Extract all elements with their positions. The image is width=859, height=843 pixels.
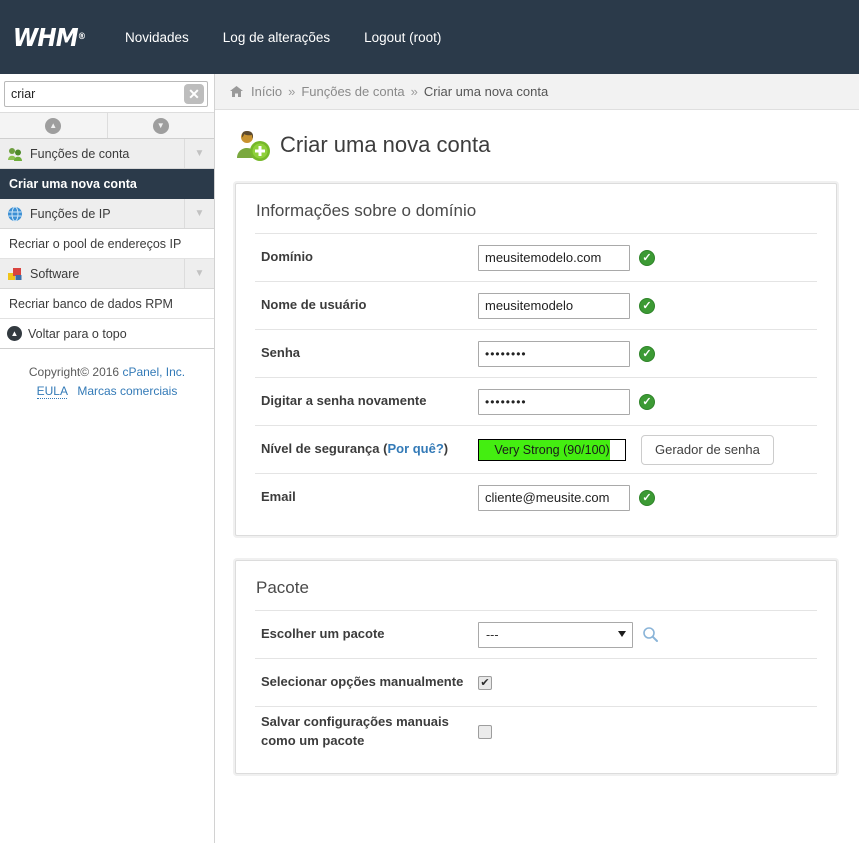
chevron-up-icon: ▲ xyxy=(45,117,62,134)
whm-create-account-page: WHM ® Novidades Log de alterações Logout … xyxy=(0,0,859,843)
sidebar-item-recriar-pool-enderecos-ip[interactable]: Recriar o pool de endereços IP xyxy=(0,229,214,259)
sidebar-footer: Copyright© 2016 cPanel, Inc. EULA Marcas… xyxy=(0,349,214,400)
strength-label-text: Nível de segurança ( xyxy=(261,441,388,457)
add-user-icon xyxy=(233,128,271,162)
package-select[interactable]: --- xyxy=(478,621,633,648)
close-icon[interactable]: ✕ xyxy=(184,84,204,104)
field-row-password: Senha ✓ xyxy=(255,329,817,377)
main-content: Início » Funções de conta » Criar uma no… xyxy=(215,74,859,843)
field-row-domain: Domínio ✓ xyxy=(255,233,817,281)
valid-check-icon: ✓ xyxy=(639,297,655,314)
valid-check-icon: ✓ xyxy=(639,489,655,506)
save-as-package-checkbox[interactable]: ✔ xyxy=(478,724,492,739)
breadcrumb-separator: » xyxy=(288,84,296,99)
nav-log-alteracoes[interactable]: Log de alterações xyxy=(206,30,347,45)
domain-panel-title: Informações sobre o domínio xyxy=(256,201,477,220)
package-icon xyxy=(7,266,24,282)
trademarks-link[interactable]: Marcas comerciais xyxy=(77,384,177,398)
chevron-down-icon[interactable]: ▼ xyxy=(184,199,214,228)
password-input[interactable] xyxy=(478,340,630,367)
field-row-choose-package: Escolher um pacote --- xyxy=(255,610,817,658)
copyright-text: Copyright© 2016 xyxy=(28,365,120,379)
breadcrumb-separator: » xyxy=(410,84,418,99)
field-row-email: Email ✓ xyxy=(255,473,817,521)
package-panel-title: Pacote xyxy=(256,578,309,597)
breadcrumb: Início » Funções de conta » Criar uma no… xyxy=(215,74,859,110)
strength-label-end: ) xyxy=(443,441,449,457)
package-panel: Pacote Escolher um pacote --- Selecionar… xyxy=(235,560,837,774)
sidebar-search-row: ✕ xyxy=(0,74,214,112)
sidebar-group-label: Funções de IP xyxy=(30,206,111,221)
valid-check-icon: ✓ xyxy=(639,345,655,362)
sidebar-item-label: Recriar banco de dados RPM xyxy=(9,296,173,311)
sidebar-item-label: Criar uma nova conta xyxy=(9,176,137,191)
manual-options-label: Selecionar opções manualmente xyxy=(261,674,464,690)
username-label: Nome de usuário xyxy=(261,297,367,313)
eula-link[interactable]: EULA xyxy=(36,383,68,399)
scroll-up-button[interactable]: ▲ xyxy=(0,113,107,138)
whm-logo-mark: ® xyxy=(77,32,86,42)
search-input[interactable] xyxy=(4,81,208,107)
password-strength-bar: Very Strong (90/100) xyxy=(478,438,626,461)
valid-check-icon: ✓ xyxy=(639,393,655,410)
field-row-manual-options: Selecionar opções manualmente ✔ xyxy=(255,658,817,706)
manual-options-checkbox[interactable]: ✔ xyxy=(478,675,492,690)
password-generator-button[interactable]: Gerador de senha xyxy=(641,434,774,465)
sidebar-group-label: Software xyxy=(30,266,80,281)
strength-label: Nível de segurança (Por quê?) xyxy=(255,440,478,459)
nav-logout[interactable]: Logout (root) xyxy=(347,30,458,45)
chevron-down-icon: ▼ xyxy=(152,117,169,134)
why-link[interactable]: Por quê? xyxy=(387,441,443,456)
back-to-top-button[interactable]: ▲ Voltar para o topo xyxy=(0,319,214,349)
sidebar-group-account-functions[interactable]: Funções de conta ▼ xyxy=(0,139,214,169)
password-repeat-input[interactable] xyxy=(478,388,630,415)
chevron-down-icon[interactable]: ▼ xyxy=(184,139,214,168)
breadcrumb-account-functions[interactable]: Funções de conta xyxy=(301,84,404,99)
sidebar-group-software[interactable]: Software ▼ xyxy=(0,259,214,289)
sidebar-item-label: Recriar o pool de endereços IP xyxy=(9,236,182,251)
password-repeat-label: Digitar a senha novamente xyxy=(261,393,427,409)
magnifier-icon[interactable] xyxy=(642,626,659,643)
save-as-package-label: Salvar configurações manuais como um pac… xyxy=(261,714,449,748)
username-input[interactable] xyxy=(478,292,630,319)
field-row-password-repeat: Digitar a senha novamente ✓ xyxy=(255,377,817,425)
whm-logo-text: WHM xyxy=(12,22,79,52)
page-title-row: Criar uma nova conta xyxy=(215,110,859,176)
field-row-save-as-package: Salvar configurações manuais como um pac… xyxy=(255,706,817,757)
sidebar: ✕ ▲ ▼ Funções de conta ▼ xyxy=(0,74,215,843)
valid-check-icon: ✓ xyxy=(639,249,655,266)
globe-icon xyxy=(7,206,24,222)
sidebar-group-label: Funções de conta xyxy=(30,146,130,161)
page-title: Criar uma nova conta xyxy=(280,132,491,157)
field-row-username: Nome de usuário ✓ xyxy=(255,281,817,329)
choose-package-label: Escolher um pacote xyxy=(261,626,385,642)
field-row-strength: Nível de segurança (Por quê?) Very Stron… xyxy=(255,425,817,473)
nav-novidades[interactable]: Novidades xyxy=(108,30,206,45)
password-label: Senha xyxy=(261,345,301,361)
sidebar-item-criar-uma-nova-conta[interactable]: Criar uma nova conta xyxy=(0,169,214,199)
users-icon xyxy=(7,146,24,162)
sidebar-group-ip-functions[interactable]: Funções de IP ▼ xyxy=(0,199,214,229)
email-input[interactable] xyxy=(478,484,630,511)
back-to-top-label: Voltar para o topo xyxy=(28,326,127,341)
arrow-up-circle-icon: ▲ xyxy=(7,326,22,341)
password-strength-text: Very Strong (90/100) xyxy=(494,442,610,457)
email-label: Email xyxy=(261,489,296,505)
top-navigation: Novidades Log de alterações Logout (root… xyxy=(108,30,458,45)
sidebar-item-recriar-banco-dados-rpm[interactable]: Recriar banco de dados RPM xyxy=(0,289,214,319)
domain-info-panel: Informações sobre o domínio Domínio ✓ No… xyxy=(235,183,837,536)
breadcrumb-home[interactable]: Início xyxy=(251,84,282,99)
top-header: WHM ® Novidades Log de alterações Logout … xyxy=(0,0,859,74)
domain-input[interactable] xyxy=(478,244,630,271)
scroll-down-button[interactable]: ▼ xyxy=(106,113,214,138)
sidebar-nav-arrows: ▲ ▼ xyxy=(0,112,214,139)
home-icon xyxy=(229,85,244,98)
cpanel-link[interactable]: cPanel, Inc. xyxy=(122,365,185,379)
chevron-down-icon[interactable]: ▼ xyxy=(184,259,214,288)
breadcrumb-current: Criar uma nova conta xyxy=(423,84,549,99)
domain-label: Domínio xyxy=(261,249,313,265)
whm-logo[interactable]: WHM ® xyxy=(11,22,86,52)
